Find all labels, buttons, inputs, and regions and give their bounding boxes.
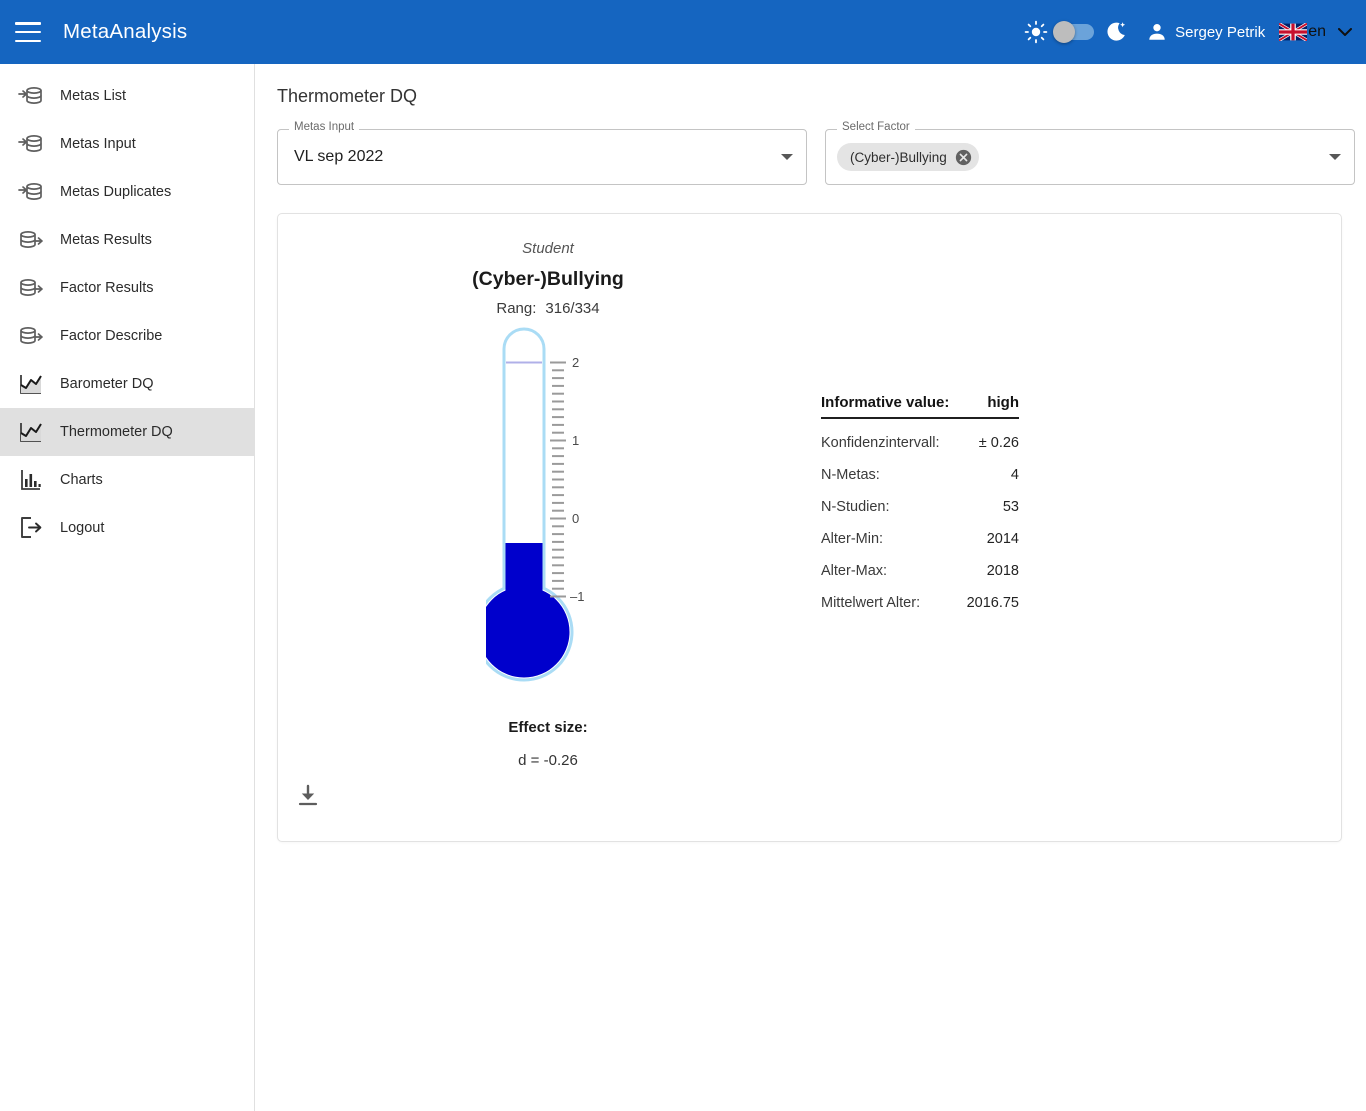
chevron-down-icon bbox=[1338, 28, 1352, 36]
database-export-icon bbox=[16, 225, 46, 255]
sidebar-item-metas-input[interactable]: Metas Input bbox=[0, 120, 254, 168]
language-code: en bbox=[1308, 23, 1326, 40]
database-import-icon bbox=[16, 177, 46, 207]
hamburger-menu-icon[interactable] bbox=[15, 22, 41, 42]
info-rows: Konfidenzintervall: ± 0.26 N-Metas: 4 N-… bbox=[821, 435, 1019, 611]
app-title: MetaAnalysis bbox=[63, 20, 188, 43]
dropdown-arrow-icon[interactable] bbox=[781, 154, 793, 160]
chart-rang: Rang: 316/334 bbox=[278, 300, 818, 317]
factor-chip-label: (Cyber-)Bullying bbox=[850, 149, 947, 165]
toggle-knob bbox=[1053, 21, 1076, 43]
line-chart-icon bbox=[16, 369, 46, 399]
effect-size-value: d = -0.26 bbox=[518, 752, 578, 769]
info-key: Alter-Min: bbox=[821, 531, 884, 547]
line-chart-icon bbox=[16, 417, 46, 447]
bar-chart-icon bbox=[16, 465, 46, 495]
filter-controls: Metas Input VL sep 2022 Select Factor (C… bbox=[277, 121, 1366, 185]
metas-input-value: VL sep 2022 bbox=[294, 148, 384, 165]
info-header-key: Informative value: bbox=[821, 394, 950, 411]
database-import-icon bbox=[16, 81, 46, 111]
info-table: Informative value: high Konfidenzinterva… bbox=[821, 394, 1019, 611]
moon-icon[interactable] bbox=[1104, 20, 1128, 44]
info-key: Mittelwert Alter: bbox=[821, 595, 921, 611]
info-value: ± 0.26 bbox=[978, 435, 1019, 451]
sidebar-item-label: Metas List bbox=[60, 88, 127, 104]
sidebar-item-label: Metas Results bbox=[60, 232, 152, 248]
rang-label: Rang: bbox=[496, 300, 537, 317]
person-icon[interactable] bbox=[1146, 21, 1168, 43]
sidebar-item-logout[interactable]: Logout bbox=[0, 504, 254, 552]
close-circle-icon[interactable] bbox=[955, 149, 972, 166]
thermometer-card: Student (Cyber-)Bullying Rang: 316/334 2… bbox=[277, 213, 1342, 842]
table-row: Alter-Min: 2014 bbox=[821, 531, 1019, 547]
effect-size-block: Effect size: d = -0.26 bbox=[278, 719, 818, 769]
metas-input-select[interactable]: Metas Input VL sep 2022 bbox=[277, 121, 807, 185]
theme-toggle-switch[interactable] bbox=[1053, 21, 1095, 43]
user-name[interactable]: Sergey Petrik bbox=[1175, 24, 1265, 41]
uk-flag-icon bbox=[1279, 23, 1308, 41]
dropdown-arrow-icon[interactable] bbox=[1329, 154, 1341, 160]
info-value: 53 bbox=[1002, 499, 1019, 515]
chart-group-label: Student bbox=[522, 240, 574, 257]
sidebar-item-factor-results[interactable]: Factor Results bbox=[0, 264, 254, 312]
language-selector[interactable]: en bbox=[1279, 23, 1352, 41]
sidebar-item-label: Factor Results bbox=[60, 280, 154, 296]
top-app-bar: MetaAnalysis Sergey Petrik en bbox=[0, 0, 1366, 64]
thermometer-graphic: 2 1 0 –1 bbox=[486, 327, 584, 682]
info-key: N-Metas: bbox=[821, 467, 880, 483]
info-header-row: Informative value: high bbox=[821, 394, 1019, 419]
metas-input-label: Metas Input bbox=[289, 121, 360, 134]
database-export-icon bbox=[16, 321, 46, 351]
sidebar-item-factor-describe[interactable]: Factor Describe bbox=[0, 312, 254, 360]
factor-chip[interactable]: (Cyber-)Bullying bbox=[837, 143, 979, 171]
effect-size-label: Effect size: bbox=[508, 719, 588, 736]
info-key: N-Studien: bbox=[821, 499, 890, 515]
sidebar-item-metas-list[interactable]: Metas List bbox=[0, 72, 254, 120]
sidebar-item-label: Factor Describe bbox=[60, 328, 163, 344]
table-row: N-Studien: 53 bbox=[821, 499, 1019, 515]
sidebar-item-charts[interactable]: Charts bbox=[0, 456, 254, 504]
sidebar-item-label: Charts bbox=[60, 472, 103, 488]
info-value: 4 bbox=[1010, 467, 1019, 483]
table-row: Mittelwert Alter: 2016.75 bbox=[821, 595, 1019, 611]
main-content: Thermometer DQ Metas Input VL sep 2022 S… bbox=[255, 64, 1366, 1111]
logout-icon bbox=[16, 513, 46, 543]
info-value: 2014 bbox=[986, 531, 1019, 547]
table-row: Alter-Max: 2018 bbox=[821, 563, 1019, 579]
sidebar-item-thermometer-dq[interactable]: Thermometer DQ bbox=[0, 408, 254, 456]
sun-icon[interactable] bbox=[1024, 20, 1048, 44]
download-icon[interactable] bbox=[295, 783, 321, 809]
select-factor-field[interactable]: Select Factor (Cyber-)Bullying bbox=[825, 121, 1355, 185]
sidebar-item-metas-duplicates[interactable]: Metas Duplicates bbox=[0, 168, 254, 216]
info-key: Konfidenzintervall: bbox=[821, 435, 940, 451]
tick-label-0: 0 bbox=[572, 511, 579, 526]
chart-title: (Cyber-)Bullying bbox=[472, 268, 624, 290]
sidebar-item-barometer-dq[interactable]: Barometer DQ bbox=[0, 360, 254, 408]
select-factor-label: Select Factor bbox=[837, 121, 915, 134]
tick-label-2: 2 bbox=[572, 355, 579, 370]
sidebar: Metas List Metas Input Metas Duplicates bbox=[0, 64, 255, 1111]
sidebar-item-label: Logout bbox=[60, 520, 105, 536]
database-export-icon bbox=[16, 273, 46, 303]
sidebar-item-label: Metas Duplicates bbox=[60, 184, 172, 200]
info-key: Alter-Max: bbox=[821, 563, 888, 579]
sidebar-item-metas-results[interactable]: Metas Results bbox=[0, 216, 254, 264]
info-value: 2018 bbox=[986, 563, 1019, 579]
sidebar-item-label: Metas Input bbox=[60, 136, 136, 152]
sidebar-item-label: Barometer DQ bbox=[60, 376, 154, 392]
page-title: Thermometer DQ bbox=[277, 86, 418, 106]
sidebar-item-label: Thermometer DQ bbox=[60, 424, 173, 440]
chart-header: Student (Cyber-)Bullying Rang: 316/334 bbox=[278, 240, 818, 317]
info-header-value: high bbox=[987, 394, 1019, 411]
table-row: N-Metas: 4 bbox=[821, 467, 1019, 483]
database-import-icon bbox=[16, 129, 46, 159]
tick-label-m1: –1 bbox=[570, 589, 584, 604]
tick-label-1: 1 bbox=[572, 433, 579, 448]
rang-value: 316/334 bbox=[545, 300, 600, 317]
appbar-actions: Sergey Petrik en bbox=[1024, 20, 1366, 44]
table-row: Konfidenzintervall: ± 0.26 bbox=[821, 435, 1019, 451]
info-value: 2016.75 bbox=[966, 595, 1019, 611]
